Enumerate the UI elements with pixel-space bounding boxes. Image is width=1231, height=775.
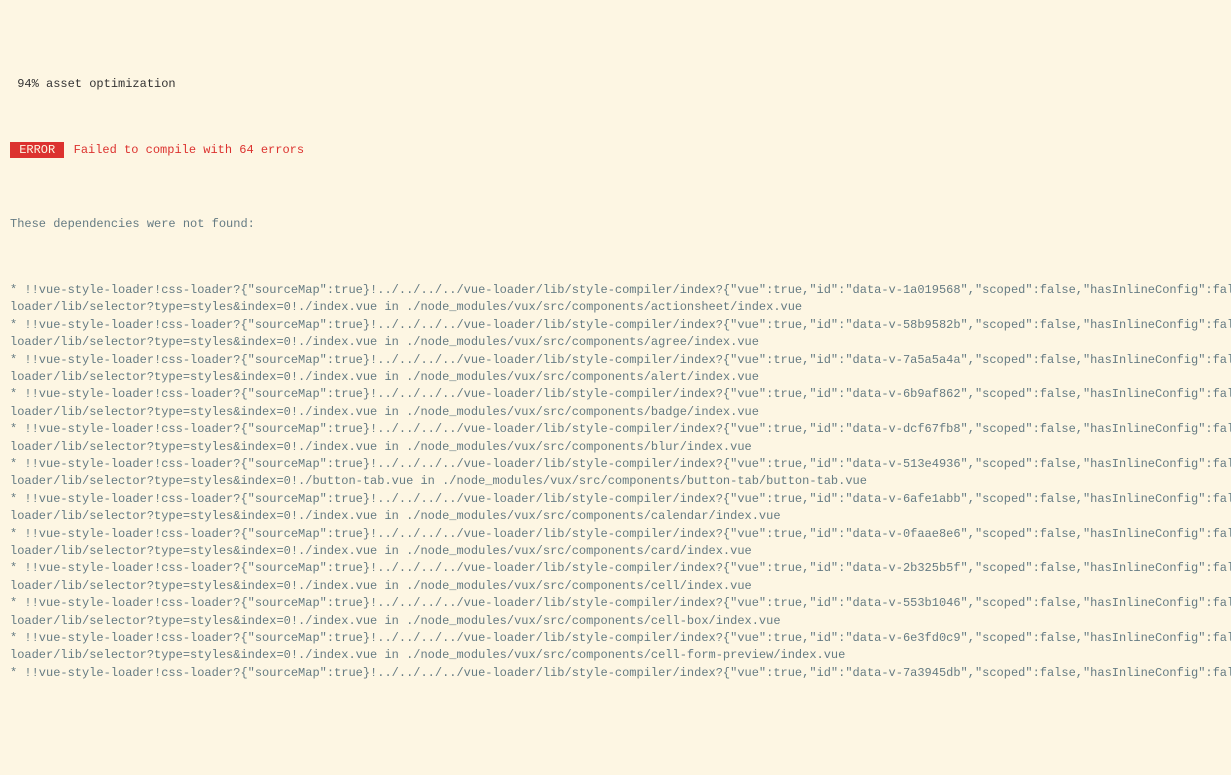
dep-entry-second: loader/lib/selector?type=styles&index=0!… bbox=[10, 369, 1221, 386]
dep-entry-second: loader/lib/selector?type=styles&index=0!… bbox=[10, 334, 1221, 351]
error-message: Failed to compile with 64 errors bbox=[66, 143, 304, 157]
error-line: ERROR Failed to compile with 64 errors bbox=[10, 142, 1221, 159]
error-badge: ERROR bbox=[10, 142, 64, 158]
dep-entry-first: * !!vue-style-loader!css-loader?{"source… bbox=[10, 421, 1221, 438]
dep-entry-second: loader/lib/selector?type=styles&index=0!… bbox=[10, 647, 1221, 664]
dep-entry-first: * !!vue-style-loader!css-loader?{"source… bbox=[10, 595, 1221, 612]
deps-intro: These dependencies were not found: bbox=[10, 216, 1221, 233]
dep-entry-first: * !!vue-style-loader!css-loader?{"source… bbox=[10, 282, 1221, 299]
dep-entry-second: loader/lib/selector?type=styles&index=0!… bbox=[10, 578, 1221, 595]
dep-entry-first: * !!vue-style-loader!css-loader?{"source… bbox=[10, 630, 1221, 647]
dep-entry-second: loader/lib/selector?type=styles&index=0!… bbox=[10, 473, 1221, 490]
dep-entry-second: loader/lib/selector?type=styles&index=0!… bbox=[10, 543, 1221, 560]
dep-entry-second: loader/lib/selector?type=styles&index=0!… bbox=[10, 613, 1221, 630]
build-progress: 94% asset optimization bbox=[10, 76, 1221, 93]
dep-entry-second: loader/lib/selector?type=styles&index=0!… bbox=[10, 439, 1221, 456]
dep-entry-first: * !!vue-style-loader!css-loader?{"source… bbox=[10, 456, 1221, 473]
missing-dependencies: * !!vue-style-loader!css-loader?{"source… bbox=[10, 282, 1221, 682]
dep-entry-first: * !!vue-style-loader!css-loader?{"source… bbox=[10, 352, 1221, 369]
dep-entry-second: loader/lib/selector?type=styles&index=0!… bbox=[10, 299, 1221, 316]
dep-entry-first: * !!vue-style-loader!css-loader?{"source… bbox=[10, 526, 1221, 543]
dep-entry-first: * !!vue-style-loader!css-loader?{"source… bbox=[10, 560, 1221, 577]
dep-entry-second: loader/lib/selector?type=styles&index=0!… bbox=[10, 404, 1221, 421]
dep-entry-first: * !!vue-style-loader!css-loader?{"source… bbox=[10, 317, 1221, 334]
dep-entry-first: * !!vue-style-loader!css-loader?{"source… bbox=[10, 665, 1221, 682]
dep-entry-first: * !!vue-style-loader!css-loader?{"source… bbox=[10, 386, 1221, 403]
dep-entry-first: * !!vue-style-loader!css-loader?{"source… bbox=[10, 491, 1221, 508]
